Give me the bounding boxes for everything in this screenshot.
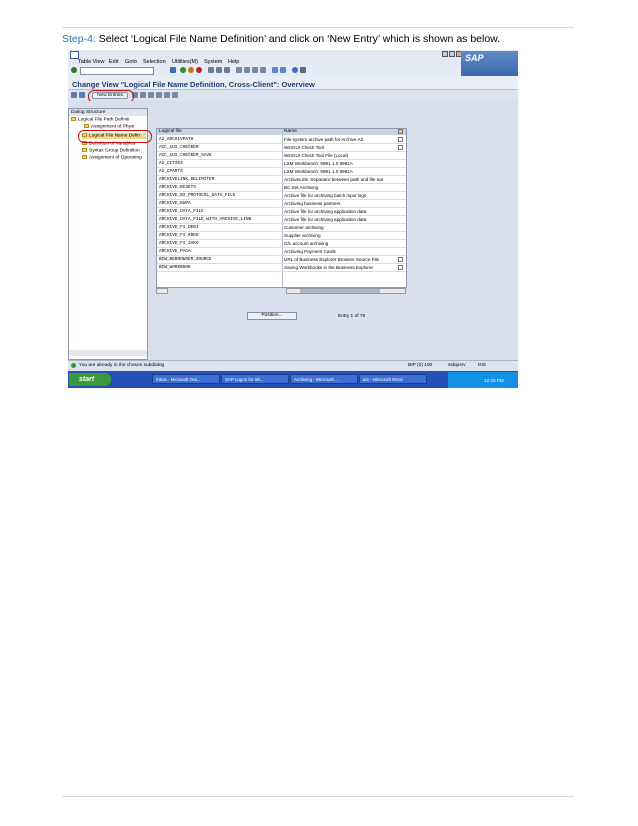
column-settings-icon[interactable] [398, 129, 403, 134]
folder-icon [84, 124, 89, 128]
row-scroll-up-icon[interactable] [398, 137, 403, 142]
folder-icon [82, 148, 87, 152]
row-scroll-down-icon[interactable] [398, 145, 403, 150]
taskbar-item-archiving[interactable]: Archiving - Microsoft ... [290, 374, 358, 384]
entry-counter: Entry 1 of 79 [338, 314, 366, 319]
dialog-structure-heading: Dialog Structure [69, 109, 147, 116]
shortcut-icon[interactable] [280, 67, 286, 73]
page-title: Change View "Logical File Name Definitio… [72, 80, 315, 89]
back-icon[interactable] [180, 67, 186, 73]
next-page-icon[interactable] [252, 67, 258, 73]
folder-icon [82, 155, 87, 159]
status-server: ssbipsrv [448, 363, 466, 368]
table-row[interactable]: ARCHIVE_FI_KRED Supplier archiving [157, 232, 406, 240]
start-button[interactable]: start [69, 373, 111, 386]
success-icon [71, 363, 76, 368]
sap-screenshot: Table View Edit Goto Selection Utilities… [68, 50, 518, 388]
step-instruction: Step-4: Select ‘Logical File Name Defini… [62, 33, 500, 45]
table-row[interactable]: ACC_GUI_CHECKER_SAVE WinGUI Check Tool Fi… [157, 152, 406, 160]
minimize-icon[interactable] [442, 51, 448, 57]
dialog-structure-scrollbar[interactable] [69, 350, 147, 356]
application-toolbar [68, 90, 518, 101]
table-row[interactable]: ARCHIVE_FI_SAKO G/L account archiving [157, 240, 406, 248]
table-scroll-left-left[interactable] [156, 288, 168, 294]
maximize-icon[interactable] [449, 51, 455, 57]
tree-node-syntax-group[interactable]: Syntax Group Definition [82, 148, 140, 154]
table-row[interactable]: ARCHIVE_BUPA Archiving business partners [157, 200, 406, 208]
table-row[interactable]: ARCHIVE_BI_PROTOCOL_DATA_FILE Archive fil… [157, 192, 406, 200]
column-header-logical-file[interactable]: Logical file [159, 129, 182, 135]
undo-change-icon[interactable] [148, 92, 154, 98]
help-icon[interactable] [292, 67, 298, 73]
column-header-name[interactable]: Name [284, 129, 297, 135]
display-change-icon[interactable] [71, 92, 77, 98]
status-bar: You are already in the chosen subdialog … [68, 360, 518, 371]
position-button[interactable]: Position... [247, 312, 297, 320]
layout-menu-icon[interactable] [300, 67, 306, 73]
menu-bar: Table View Edit Goto Selection Utilities… [68, 50, 518, 65]
table-row[interactable]: BIW_WORKBOOK Saving Workbooks in the Busi… [157, 264, 406, 272]
glasses-icon[interactable] [79, 92, 85, 98]
status-system[interactable]: BIP (2) 100 [408, 361, 432, 371]
delete-icon[interactable] [140, 92, 146, 98]
select-all-icon[interactable] [156, 92, 162, 98]
command-field[interactable] [80, 67, 154, 75]
first-page-icon[interactable] [236, 67, 242, 73]
last-page-icon[interactable] [260, 67, 266, 73]
exit-icon[interactable] [188, 67, 194, 73]
row-scroll-down-icon[interactable] [398, 265, 403, 270]
table-row[interactable]: BIW_BEBROWSER_SOURCE URL of Business Expl… [157, 256, 406, 264]
row-scroll-up-icon[interactable] [398, 257, 403, 262]
folder-open-icon [71, 117, 76, 121]
taskbar-item-word[interactable]: arc - Microsoft Word [359, 374, 427, 384]
print-icon[interactable] [208, 67, 214, 73]
table-row[interactable]: ARCHIVE_FI_DEBI Customer archiving [157, 224, 406, 232]
table-row[interactable]: ARCHIVE_PACA Archiving Payment Cards [157, 248, 406, 256]
step-label: Step-4: [62, 33, 96, 45]
sap-logo-text: SAP [465, 53, 484, 63]
tree-node-logical-file-path[interactable]: Logical File Path Definiti [71, 117, 129, 123]
system-tray [448, 372, 518, 388]
find-icon[interactable] [216, 67, 222, 73]
table-row[interactable]: AS_CITIES LSM Workbench: 9991 1.0 9991A [157, 160, 406, 168]
sap-logo: SAP [461, 51, 518, 76]
taskbar-item-outlook[interactable]: Inbox - Microsoft Out... [152, 374, 220, 384]
logical-file-name-highlight [78, 130, 152, 143]
select-block-icon[interactable] [164, 92, 170, 98]
cancel-icon[interactable] [196, 67, 202, 73]
table-row[interactable]: ARCHIVELINK_DELIMITER ArchiveLink: Separa… [157, 176, 406, 184]
table-row[interactable]: A2_ARCHIVPATH File system archive path fo… [157, 136, 406, 144]
deselect-all-icon[interactable] [172, 92, 178, 98]
step-text: Select ‘Logical File Name Definition’ an… [95, 33, 501, 45]
sap-window-icon[interactable] [70, 51, 79, 59]
table-row[interactable]: ARCHIVE_DATA_FILE_WITH_ARCHIVE_LINK Archi… [157, 216, 406, 224]
status-message: You are already in the chosen subdialog [79, 363, 165, 368]
logical-file-table: Logical file Name A2_ARCHIVPATH File syst… [156, 128, 407, 288]
table-row[interactable]: ARCHIVE_BCSETS BC Set Archiving [157, 184, 406, 192]
tree-node-assignment-operating[interactable]: Assignment of Operating [82, 155, 142, 161]
table-row[interactable]: ARCHIVE_DATA_FILE Archive file for archiv… [157, 208, 406, 216]
bottom-rule [62, 796, 574, 797]
table-scroll-thumb[interactable] [300, 289, 380, 293]
enter-icon[interactable] [71, 67, 77, 73]
find-next-icon[interactable] [224, 67, 230, 73]
table-row[interactable]: ACC_GUI_CHECKER WinGUI Check Tool [157, 144, 406, 152]
top-rule [62, 27, 574, 28]
status-mode: INS [478, 363, 486, 368]
new-session-icon[interactable] [272, 67, 278, 73]
taskbar-clock: 12:33 PM [484, 378, 504, 383]
previous-page-icon[interactable] [244, 67, 250, 73]
taskbar-item-sap-logon[interactable]: SAP Logon for Wi... [221, 374, 289, 384]
table-row[interactable]: AS_CPARTS LSM Workbench: 9991 1.0 9991A [157, 168, 406, 176]
save-icon[interactable] [170, 67, 176, 73]
